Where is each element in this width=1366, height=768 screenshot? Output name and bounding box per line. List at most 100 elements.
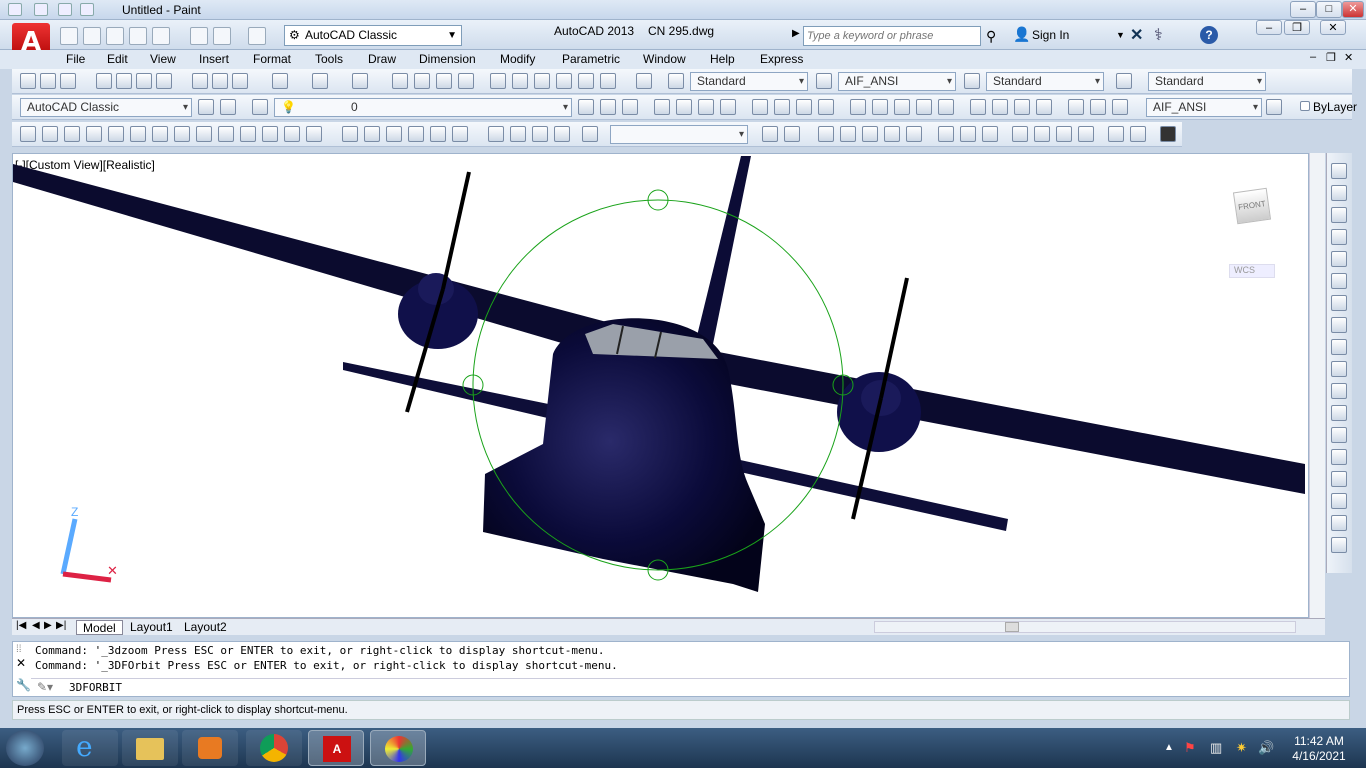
spline-icon[interactable]	[196, 126, 212, 142]
acad-close-button[interactable]: ✕	[1320, 20, 1346, 35]
open-icon[interactable]	[83, 27, 101, 45]
viewcube[interactable]: FRONT	[1232, 187, 1272, 225]
dimstyle-manager-icon[interactable]	[1266, 99, 1282, 115]
text-style-icon[interactable]	[668, 73, 684, 89]
dim-text-edit-icon[interactable]	[1090, 99, 1106, 115]
mleader-style-icon[interactable]	[1116, 73, 1132, 89]
insert-block-icon[interactable]	[262, 126, 278, 142]
tolerance-icon[interactable]	[970, 99, 986, 115]
paint-maximize-button[interactable]: □	[1316, 1, 1342, 18]
sheetset-icon[interactable]	[556, 73, 572, 89]
table-style-combo[interactable]: Standard	[986, 72, 1104, 91]
region-icon[interactable]	[386, 126, 402, 142]
action-center-icon[interactable]: ⚑	[1184, 740, 1196, 756]
workspace-save-icon[interactable]	[220, 99, 236, 115]
paint-close-button[interactable]: ✕	[1342, 1, 1364, 18]
table-icon[interactable]	[408, 126, 424, 142]
offset-icon[interactable]	[840, 126, 856, 142]
scale-icon[interactable]	[938, 126, 954, 142]
tab-layout2[interactable]: Layout2	[178, 620, 233, 635]
dim-style-combo[interactable]: AIF_ANSI	[838, 72, 956, 91]
zoom-realtime-icon[interactable]	[414, 73, 430, 89]
trim-icon[interactable]	[982, 126, 998, 142]
doc-restore-button[interactable]: ❐	[1326, 51, 1336, 64]
horizontal-scrollbar[interactable]	[874, 621, 1296, 633]
zoom-window-icon[interactable]	[532, 126, 548, 142]
search-expand-icon[interactable]: ▶	[792, 28, 800, 39]
zoom-window-icon[interactable]	[436, 73, 452, 89]
menu-edit[interactable]: Edit	[107, 52, 128, 66]
properties-icon[interactable]	[490, 73, 506, 89]
customize-icon[interactable]: 🔧	[16, 678, 31, 692]
toolpalettes-icon[interactable]	[534, 73, 550, 89]
rotate-icon[interactable]	[1331, 295, 1347, 311]
undo-icon[interactable]	[312, 73, 328, 89]
workspace-settings-icon[interactable]	[198, 99, 214, 115]
aligned-dim-icon[interactable]	[676, 99, 692, 115]
tab-last-icon[interactable]: ▶|	[56, 620, 66, 631]
workspace-selector[interactable]: AutoCAD Classic ⚙ ▼	[284, 25, 462, 46]
add-selected-icon[interactable]	[452, 126, 468, 142]
erase-icon[interactable]	[1331, 163, 1347, 179]
save-icon[interactable]	[106, 27, 124, 45]
redo-icon[interactable]	[352, 73, 368, 89]
menu-view[interactable]: View	[150, 52, 176, 66]
extend-icon[interactable]	[1012, 126, 1028, 142]
menu-parametric[interactable]: Parametric	[562, 52, 620, 66]
paint-undo-icon[interactable]	[58, 3, 72, 16]
menu-dimension[interactable]: Dimension	[419, 52, 476, 66]
menu-insert[interactable]: Insert	[199, 52, 229, 66]
center-mark-icon[interactable]	[992, 99, 1008, 115]
text-style-combo[interactable]: Standard	[690, 72, 808, 91]
move-icon[interactable]	[884, 126, 900, 142]
dimstyle-combo[interactable]: AIF_ANSI	[1146, 98, 1262, 117]
point-icon[interactable]	[306, 126, 322, 142]
blend-icon[interactable]	[1331, 515, 1347, 531]
polyline-icon[interactable]	[64, 126, 80, 142]
zoom-icon[interactable]	[510, 126, 526, 142]
revcloud-icon[interactable]	[174, 126, 190, 142]
system-clock[interactable]: 11:42 AM 4/16/2021	[1284, 734, 1354, 764]
help-icon[interactable]	[636, 73, 652, 89]
paint-icon[interactable]	[8, 3, 22, 16]
layer-states-icon[interactable]	[622, 99, 638, 115]
baseline-dim-icon[interactable]	[872, 99, 888, 115]
mirror-icon[interactable]	[1331, 207, 1347, 223]
explode-icon[interactable]	[1331, 537, 1347, 553]
break-icon[interactable]	[1331, 427, 1347, 443]
menu-help[interactable]: Help	[710, 52, 735, 66]
dim-edit-icon[interactable]	[1068, 99, 1084, 115]
view-combo[interactable]	[610, 125, 748, 144]
arc-icon[interactable]	[130, 126, 146, 142]
move-icon[interactable]	[1331, 273, 1347, 289]
offset-icon[interactable]	[1331, 229, 1347, 245]
show-hidden-icons[interactable]: ▲	[1164, 742, 1174, 753]
layer-combo[interactable]: 0 💡	[274, 98, 572, 117]
arc-length-icon[interactable]	[698, 99, 714, 115]
jogged-linear-icon[interactable]	[1036, 99, 1052, 115]
internet-explorer-icon[interactable]: e	[62, 730, 118, 766]
quick-dim-icon[interactable]	[850, 99, 866, 115]
file-explorer-icon[interactable]	[122, 730, 178, 766]
array-icon[interactable]	[1331, 251, 1347, 267]
gradient-icon[interactable]	[364, 126, 380, 142]
menu-file[interactable]: File	[66, 52, 85, 66]
diameter-dim-icon[interactable]	[796, 99, 812, 115]
break-icon[interactable]	[1034, 126, 1050, 142]
dim-break-icon[interactable]	[938, 99, 954, 115]
join-icon[interactable]	[1056, 126, 1072, 142]
menu-express[interactable]: Express	[760, 52, 803, 66]
pan-icon[interactable]	[392, 73, 408, 89]
command-input[interactable]: ✎▾ 3DFORBIT	[31, 678, 1347, 695]
media-player-icon[interactable]	[182, 730, 238, 766]
scale-icon[interactable]	[1331, 317, 1347, 333]
dim-space-icon[interactable]	[916, 99, 932, 115]
ellipse-icon[interactable]	[218, 126, 234, 142]
copy-icon[interactable]	[212, 73, 228, 89]
magnet-icon[interactable]	[1160, 126, 1176, 142]
wcs-menu[interactable]: WCS	[1229, 264, 1275, 278]
network-icon[interactable]: ▥	[1210, 740, 1222, 756]
start-button[interactable]	[6, 730, 44, 766]
tab-prev-icon[interactable]: ◀	[32, 620, 40, 631]
stretch-icon[interactable]	[1331, 339, 1347, 355]
